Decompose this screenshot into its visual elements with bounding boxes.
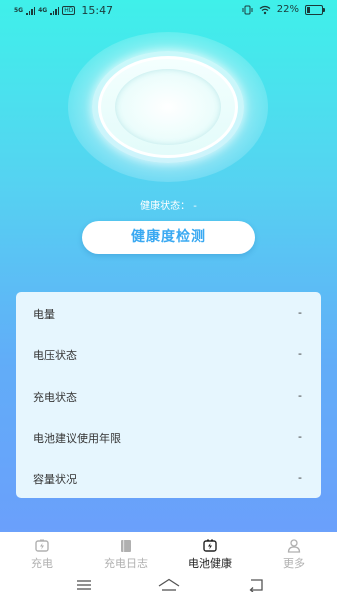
status-right: 22% — [242, 4, 325, 15]
menu-icon[interactable] — [76, 579, 92, 591]
detail-row-lifespan: 电池建议使用年限 - — [16, 427, 321, 447]
battery-icon — [305, 4, 325, 15]
tab-label: 更多 — [283, 557, 305, 570]
health-status-value: - — [193, 201, 197, 212]
status-time: 15:47 — [81, 4, 114, 17]
log-book-icon — [121, 540, 131, 552]
tab-more[interactable]: 更多 — [252, 532, 336, 572]
tab-charging[interactable]: 充电 — [0, 532, 84, 572]
battery-level — [307, 6, 311, 13]
detail-value: - — [298, 347, 302, 360]
home-icon[interactable] — [158, 578, 180, 592]
detail-label: 容量状况 — [33, 473, 77, 486]
detail-value: - — [298, 389, 302, 402]
tab-label: 充电日志 — [104, 557, 148, 570]
tab-label: 电池健康 — [188, 557, 232, 570]
signal-5g-label: 5G — [14, 6, 24, 14]
back-icon[interactable] — [247, 578, 265, 592]
tab-charging-log[interactable]: 充电日志 — [84, 532, 168, 572]
status-left: 5G 4G HD 15:47 — [14, 4, 113, 17]
detail-label: 电量 — [33, 308, 55, 321]
system-nav-bar — [0, 572, 337, 600]
detail-row-charging: 充电状态 - — [16, 386, 321, 406]
wifi-icon — [259, 5, 271, 14]
health-ring — [68, 32, 268, 182]
health-status-label: 健康状态： — [140, 201, 191, 212]
ring-center — [115, 69, 221, 145]
detail-row-charge: 电量 - — [16, 303, 321, 323]
battery-health-icon — [203, 539, 217, 552]
hd-badge: HD — [62, 6, 76, 15]
detail-label: 充电状态 — [33, 391, 77, 404]
battery-percent: 22% — [276, 4, 299, 15]
person-icon — [287, 539, 301, 553]
battery-details-card: 电量 - 电压状态 - 充电状态 - 电池建议使用年限 - 容量状况 - — [16, 292, 321, 498]
bottom-tab-bar: 充电 充电日志 电池健康 更多 — [0, 532, 337, 572]
vibrate-icon — [242, 5, 253, 14]
status-bar: 5G 4G HD 15:47 22% — [0, 0, 337, 22]
charging-icon — [35, 539, 49, 552]
detail-label: 电压状态 — [33, 349, 77, 362]
signal-4g-label: 4G — [38, 6, 48, 14]
detail-value: - — [298, 471, 302, 484]
detail-value: - — [298, 306, 302, 319]
tab-label: 充电 — [31, 557, 53, 570]
health-status: 健康状态： - — [0, 197, 337, 212]
health-check-button[interactable]: 健康度检测 — [82, 221, 255, 254]
detail-label: 电池建议使用年限 — [33, 432, 121, 445]
signal-bars-icon — [26, 6, 36, 15]
detail-value: - — [298, 430, 302, 443]
signal-bars-icon — [50, 6, 60, 15]
detail-row-voltage: 电压状态 - — [16, 344, 321, 364]
tab-battery-health[interactable]: 电池健康 — [168, 532, 252, 572]
detail-row-capacity: 容量状况 - — [16, 468, 321, 488]
